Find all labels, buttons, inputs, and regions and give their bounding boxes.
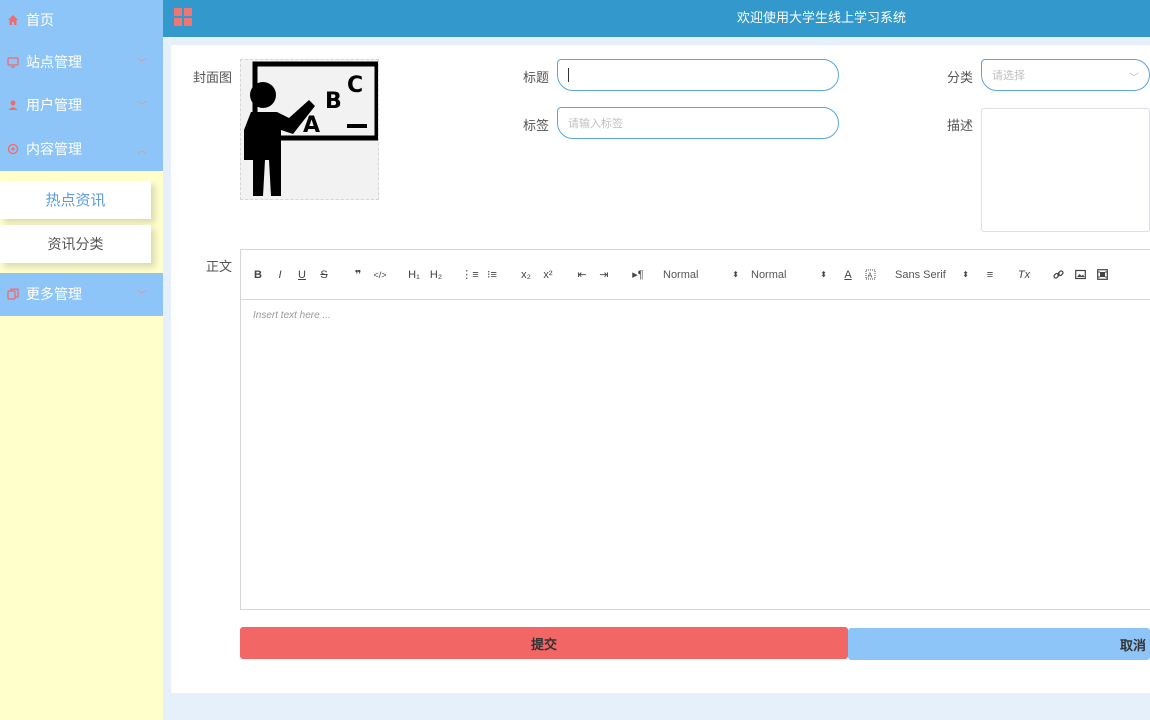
title-input[interactable] [557, 59, 839, 91]
svg-text:B: B [325, 89, 342, 114]
chevron-down-icon: ﹀ [137, 290, 147, 302]
italic-button[interactable]: I [271, 266, 289, 284]
text-caret [568, 68, 569, 82]
cancel-button[interactable]: 取消 [848, 628, 1150, 660]
category-placeholder: 请选择 [992, 70, 1025, 82]
header-title: 欢迎使用大学生线上学习系统 [736, 10, 906, 25]
outdent-button[interactable]: ⇤ [573, 266, 591, 284]
strike-button[interactable]: S [315, 266, 333, 284]
underline-button[interactable]: U [293, 266, 311, 284]
cover-image-upload[interactable]: A B C [240, 59, 380, 200]
news-form-panel: 封面图 A B C 标题 分类 请选择 ﹀ 标签 请输入标签 描述 正文 B I… [171, 45, 1150, 693]
ordered-list-button[interactable]: ⋮≡ [461, 266, 479, 284]
indent-button[interactable]: ⇥ [595, 266, 613, 284]
bold-button[interactable]: B [249, 266, 267, 284]
svg-text:C: C [347, 73, 363, 98]
text-direction-button[interactable]: ▸¶ [629, 266, 647, 284]
clean-format-button[interactable]: Tx [1015, 266, 1033, 284]
category-label: 分类 [947, 70, 974, 85]
editor-placeholder: Insert text here ... [253, 310, 331, 321]
header2-button[interactable]: H₂ [427, 266, 445, 284]
top-header: 欢迎使用大学生线上学习系统 [163, 0, 1150, 37]
monitor-icon [6, 55, 20, 69]
sidebar-item-label: 首页 [26, 12, 54, 28]
svg-text:A: A [303, 113, 320, 138]
description-textarea[interactable] [981, 108, 1150, 232]
sidebar-item-site[interactable]: 站点管理 ﹀ [0, 40, 163, 84]
editor-content-area[interactable]: Insert text here ... [241, 300, 1150, 331]
copy-icon [6, 287, 20, 301]
content-submenu: 热点资讯 资讯分类 [0, 170, 163, 273]
body-label: 正文 [206, 259, 233, 274]
code-block-button[interactable]: </> [371, 266, 389, 284]
font-color-button[interactable]: A [839, 266, 857, 284]
editor-toolbar: B I U S ❞ </> H₁ H₂ ⋮≡ ⁝≡ x₂ x² ⇤ ⇥ ▸¶ N… [241, 250, 1150, 300]
cover-label: 封面图 [193, 70, 233, 85]
tags-label: 标签 [523, 118, 550, 133]
sidebar-item-home[interactable]: 首页 [0, 0, 163, 40]
submenu-item-news-category[interactable]: 资讯分类 [0, 224, 151, 263]
title-label: 标题 [523, 70, 550, 85]
size-picker[interactable]: Normal ⬍ [663, 269, 739, 281]
submenu-item-hot-news[interactable]: 热点资讯 [0, 180, 151, 219]
picker-arrows-icon: ⬍ [732, 270, 739, 279]
bullet-list-button[interactable]: ⁝≡ [483, 266, 501, 284]
link-icon[interactable] [1049, 266, 1067, 284]
sidebar-item-more[interactable]: 更多管理 ﹀ [0, 272, 163, 316]
chevron-down-icon: ﹀ [1129, 73, 1139, 84]
user-icon [6, 98, 20, 112]
header-picker[interactable]: Normal ⬍ [751, 269, 827, 281]
picker-arrows-icon: ⬍ [962, 270, 969, 279]
sidebar-item-users[interactable]: 用户管理 ﹀ [0, 83, 163, 127]
home-icon [6, 13, 20, 27]
chevron-down-icon: ﹀ [137, 58, 147, 70]
picker-arrows-icon: ⬍ [820, 270, 827, 279]
size-picker-label: Normal [663, 268, 699, 281]
teacher-blackboard-image: A B C [244, 61, 380, 196]
image-icon[interactable] [1071, 266, 1089, 284]
desc-label: 描述 [947, 118, 974, 133]
sidebar-item-label: 站点管理 [26, 53, 82, 70]
rich-text-editor: B I U S ❞ </> H₁ H₂ ⋮≡ ⁝≡ x₂ x² ⇤ ⇥ ▸¶ N… [240, 249, 1150, 610]
blockquote-button[interactable]: ❞ [349, 266, 367, 284]
align-button[interactable]: ≡ [981, 266, 999, 284]
sidebar-item-label: 更多管理 [26, 286, 82, 303]
submit-button[interactable]: 提交 [240, 627, 848, 659]
sidebar-item-content[interactable]: 内容管理 ︿ [0, 127, 163, 171]
header1-button[interactable]: H₁ [405, 266, 423, 284]
font-picker[interactable]: Sans Serif ⬍ [895, 269, 969, 281]
tags-placeholder: 请输入标签 [568, 118, 623, 130]
header-picker-label: Normal [751, 268, 787, 281]
target-icon [6, 142, 20, 156]
sidebar: 首页 站点管理 ﹀ 用户管理 ﹀ 内容管理 ︿ 热点资讯 资讯分类 更多管理 ﹀ [0, 0, 163, 720]
chevron-down-icon: ﹀ [137, 101, 147, 113]
superscript-button[interactable]: x² [539, 266, 557, 284]
svg-text:A: A [867, 272, 872, 280]
sidebar-item-label: 内容管理 [26, 140, 82, 157]
background-color-icon[interactable]: A [861, 266, 879, 284]
video-icon[interactable] [1093, 266, 1111, 284]
chevron-up-icon: ︿ [137, 145, 147, 157]
sidebar-item-label: 用户管理 [26, 97, 82, 114]
category-select[interactable]: 请选择 ﹀ [981, 59, 1150, 91]
subscript-button[interactable]: x₂ [517, 266, 535, 284]
tags-input[interactable]: 请输入标签 [557, 107, 839, 139]
font-picker-label: Sans Serif [895, 268, 946, 281]
